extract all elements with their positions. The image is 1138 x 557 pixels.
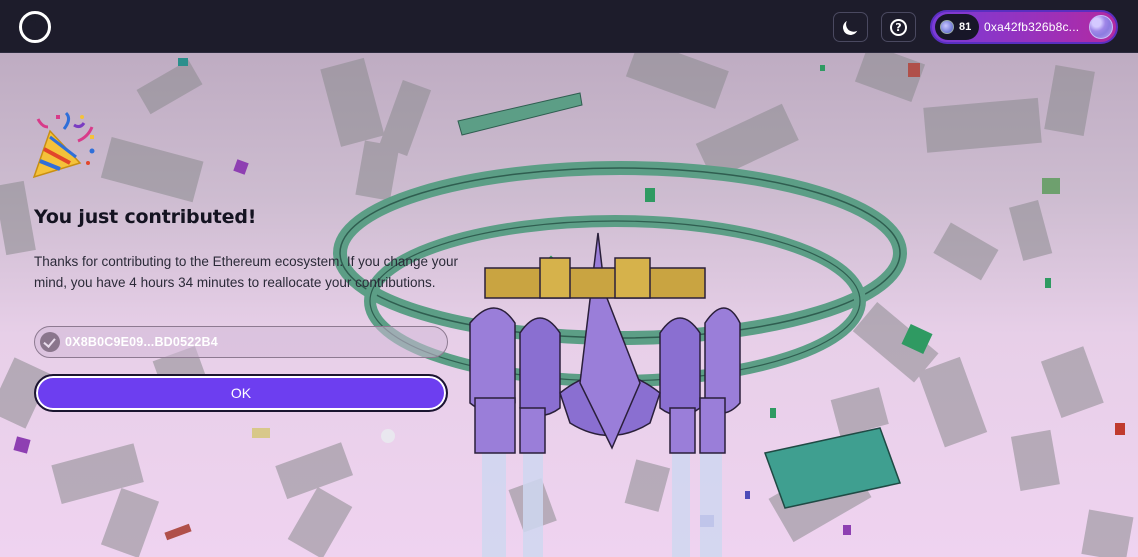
app-logo-icon[interactable] <box>19 11 51 43</box>
success-title: You just contributed! <box>34 206 257 228</box>
theme-toggle-button[interactable] <box>833 12 868 42</box>
check-circle-icon <box>40 332 60 352</box>
moon-icon <box>841 17 860 36</box>
help-button[interactable]: ? <box>881 12 916 42</box>
token-icon <box>940 20 954 34</box>
success-message: Thanks for contributing to the Ethereum … <box>34 254 458 290</box>
wallet-address: 0xa42fb326b8c... <box>984 20 1080 34</box>
wallet-count: 81 <box>959 21 972 33</box>
avatar-icon <box>1089 15 1113 39</box>
party-popper-icon <box>32 111 95 179</box>
spaceship-illustration <box>469 232 741 454</box>
top-navbar: ? 81 0xa42fb326b8c... <box>0 0 1138 53</box>
wallet-count-badge: 81 <box>935 14 979 40</box>
contribution-address-field[interactable]: 0X8B0C9E09...BD0522B4 <box>34 326 448 358</box>
contribution-success-panel: You just contributed! Thanks for contrib… <box>0 53 470 557</box>
contribution-address: 0X8B0C9E09...BD0522B4 <box>65 335 218 349</box>
wallet-button[interactable]: 81 0xa42fb326b8c... <box>930 10 1118 44</box>
question-circle-icon: ? <box>890 18 907 36</box>
ok-button[interactable]: OK <box>34 374 448 412</box>
